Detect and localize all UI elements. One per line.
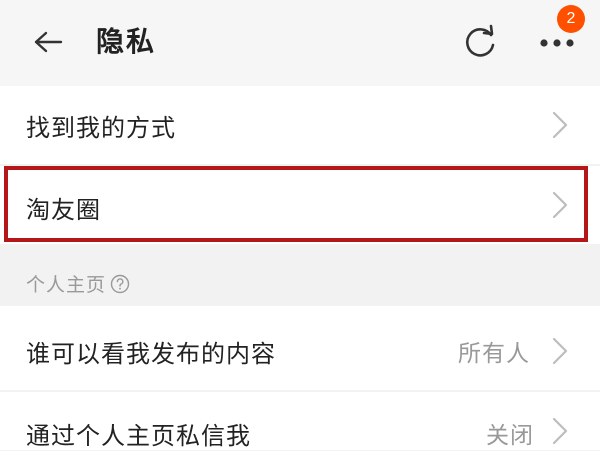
back-button[interactable]	[28, 24, 68, 60]
row-label: 谁可以看我发布的内容	[26, 340, 276, 368]
page-title: 隐私	[96, 25, 157, 58]
back-arrow-icon	[34, 31, 63, 53]
nav-bar: 隐私 2	[0, 0, 600, 86]
more-dots-icon	[540, 39, 574, 47]
help-icon[interactable]	[110, 274, 130, 294]
row-value: 所有人	[458, 341, 530, 367]
row-value: 关闭	[486, 423, 534, 449]
row-taoyou-circle[interactable]: 淘友圈	[0, 166, 600, 244]
row-who-can-view[interactable]: 谁可以看我发布的内容 所有人	[0, 306, 600, 390]
row-label: 淘友圈	[26, 196, 101, 224]
refresh-icon	[465, 24, 495, 57]
notification-badge: 2	[557, 5, 585, 33]
row-find-me[interactable]: 找到我的方式	[0, 86, 600, 164]
row-label: 找到我的方式	[26, 114, 176, 142]
chevron-right-icon	[552, 337, 568, 365]
row-private-message[interactable]: 通过个人主页私信我 关闭	[0, 392, 600, 450]
section-label: 个人主页	[26, 274, 107, 296]
refresh-button[interactable]	[458, 22, 502, 64]
chevron-right-icon	[552, 191, 568, 219]
chevron-right-icon	[552, 111, 568, 139]
row-label: 通过个人主页私信我	[26, 422, 251, 450]
chevron-right-icon	[552, 417, 568, 445]
section-header: 个人主页	[26, 270, 130, 297]
